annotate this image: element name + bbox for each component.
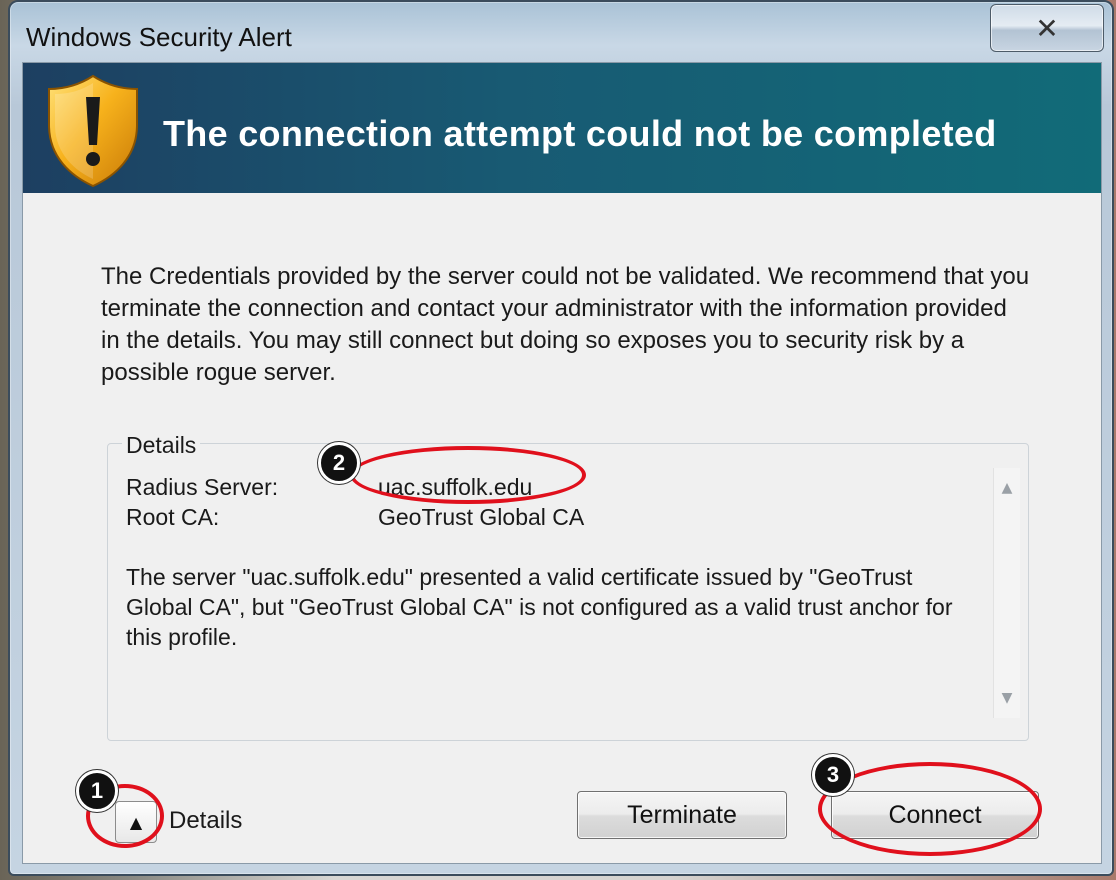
details-panel: Details Radius Server: uac.suffolk.edu R…	[107, 432, 1029, 741]
details-text: Radius Server: uac.suffolk.edu Root CA: …	[126, 472, 976, 652]
root-ca-value: GeoTrust Global CA	[378, 504, 585, 530]
dialog-content: The connection attempt could not be comp…	[22, 62, 1102, 864]
warning-message: The Credentials provided by the server c…	[101, 263, 1030, 386]
terminate-button[interactable]: Terminate	[577, 791, 787, 839]
root-ca-label: Root CA:	[126, 504, 220, 530]
close-icon: ✕	[1035, 11, 1059, 45]
annotation-badge-2: 2	[318, 442, 360, 484]
details-toggle-button[interactable]: ▲	[115, 801, 157, 843]
banner-title: The connection attempt could not be comp…	[163, 113, 997, 154]
details-legend: Details	[122, 432, 201, 459]
certificate-description: The server "uac.suffolk.edu" presented a…	[126, 564, 953, 650]
window-title: Windows Security Alert	[26, 22, 292, 52]
scroll-down-arrow-icon[interactable]: ▼	[994, 686, 1020, 710]
connect-button[interactable]: Connect	[831, 791, 1039, 839]
radius-server-row: Radius Server: uac.suffolk.edu	[126, 472, 976, 502]
annotation-badge-3: 3	[812, 754, 854, 796]
details-toggle-label[interactable]: Details	[169, 807, 242, 835]
shield-warning-icon	[48, 74, 138, 188]
radius-server-value: uac.suffolk.edu	[378, 474, 533, 500]
annotation-badge-1: 1	[76, 770, 118, 812]
collapse-arrow-icon: ▲	[129, 812, 143, 832]
details-scrollbar[interactable]: ▲ ▼	[993, 468, 1020, 718]
security-alert-window: Windows Security Alert ✕ The connection …	[8, 0, 1114, 876]
close-button[interactable]: ✕	[990, 4, 1104, 52]
scroll-up-arrow-icon[interactable]: ▲	[994, 476, 1020, 500]
alert-banner: The connection attempt could not be comp…	[23, 63, 1101, 193]
root-ca-row: Root CA: GeoTrust Global CA	[126, 502, 976, 532]
